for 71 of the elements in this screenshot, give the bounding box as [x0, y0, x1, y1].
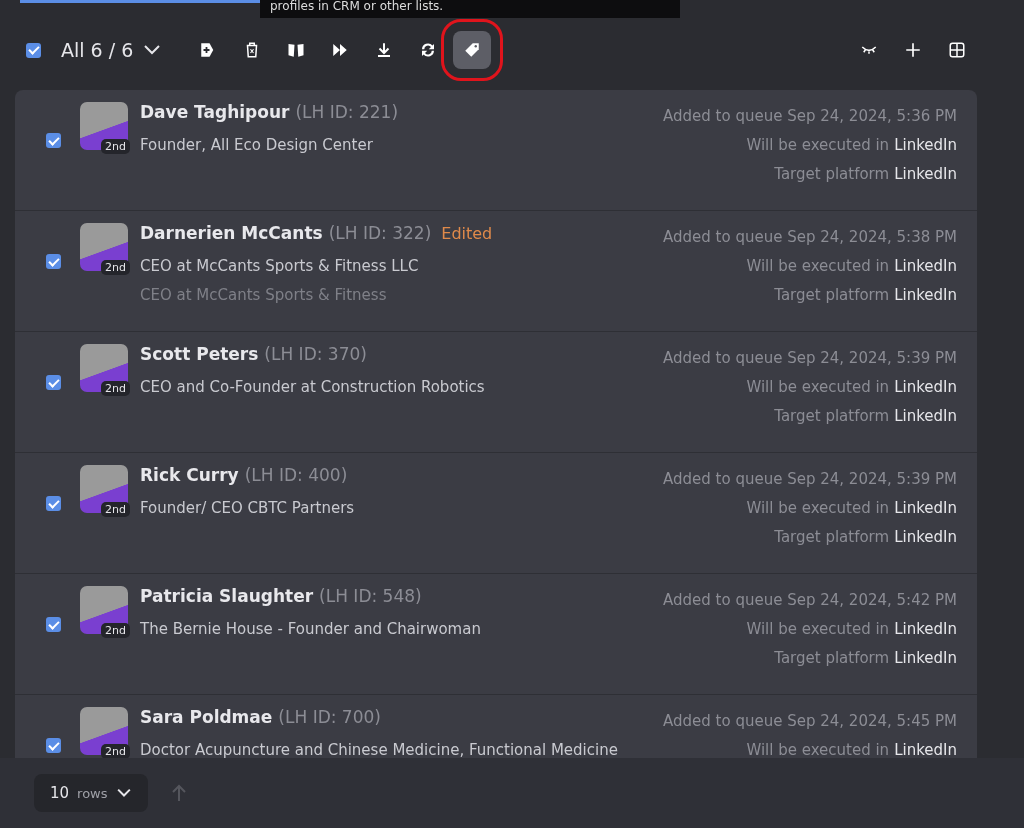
degree-badge: 2nd	[101, 623, 130, 638]
edited-label: Edited	[441, 224, 493, 243]
platform-link[interactable]: LinkedIn	[894, 499, 957, 517]
profile-id: (LH ID: 370)	[264, 344, 367, 364]
target-label: Target platform	[774, 649, 890, 667]
profile-id: (LH ID: 322)	[328, 223, 432, 243]
execution-label: Will be executed in	[746, 741, 890, 758]
degree-badge: 2nd	[101, 744, 130, 758]
target-label: Target platform	[774, 528, 890, 546]
profile-name[interactable]: Patricia Slaughter	[140, 586, 314, 606]
degree-badge: 2nd	[101, 139, 130, 154]
profile-name[interactable]: Scott Peters	[140, 344, 259, 364]
queue-date: Added to queue Sep 24, 2024, 5:42 PM	[663, 590, 957, 611]
queue-date: Added to queue Sep 24, 2024, 5:36 PM	[663, 106, 957, 127]
target-label: Target platform	[774, 286, 890, 304]
checkbox[interactable]	[46, 133, 61, 148]
platform-link[interactable]: LinkedIn	[894, 620, 957, 638]
profile-name[interactable]: Dave Taghipour	[140, 102, 290, 122]
queue-date: Added to queue Sep 24, 2024, 5:45 PM	[663, 711, 957, 732]
profile-title: CEO and Co-Founder at Construction Robotics	[140, 377, 486, 398]
profile-name[interactable]: Darnerien McCants	[140, 223, 323, 243]
chevron-icon	[143, 44, 162, 56]
platform-link[interactable]: LinkedIn	[894, 257, 957, 275]
degree-badge: 2nd	[101, 260, 130, 275]
toolbar-button[interactable]	[453, 31, 492, 69]
execution-label: Will be executed in	[746, 620, 890, 638]
checkbox[interactable]	[46, 496, 61, 511]
platform-link[interactable]: LinkedIn	[894, 741, 957, 758]
plus-icon	[904, 41, 922, 59]
platform-link[interactable]: LinkedIn	[894, 165, 957, 183]
rows-per-page-dropdown[interactable]: 10 rows	[34, 774, 148, 812]
platform-link[interactable]: LinkedIn	[894, 286, 957, 304]
checkbox[interactable]	[46, 738, 61, 753]
cards-icon	[287, 41, 306, 59]
tooltip: profiles in CRM or other lists.	[260, 0, 680, 18]
queue-date: Added to queue Sep 24, 2024, 5:38 PM	[663, 227, 957, 248]
profile-title: CEO at McCants Sports & Fitness LLC	[140, 256, 420, 277]
checkbox[interactable]	[46, 375, 61, 390]
platform-link[interactable]: LinkedIn	[894, 378, 957, 396]
target-label: Target platform	[774, 165, 890, 183]
checkbox[interactable]	[46, 254, 61, 269]
selection-dropdown[interactable]: All 6 / 6	[61, 39, 162, 61]
degree-badge: 2nd	[101, 381, 130, 396]
platform-link[interactable]: LinkedIn	[894, 528, 957, 546]
platform-link[interactable]: LinkedIn	[894, 649, 957, 667]
profile-id: (LH ID: 221)	[295, 102, 399, 122]
platform-link[interactable]: LinkedIn	[894, 136, 957, 154]
profile-title: The Bernie House - Founder and Chairwoman	[140, 619, 482, 640]
execution-label: Will be executed in	[746, 136, 890, 154]
profile-id: (LH ID: 700)	[278, 707, 381, 727]
profile-name[interactable]: Sara Poldmae	[140, 707, 273, 727]
target-label: Target platform	[774, 407, 890, 425]
execution-label: Will be executed in	[746, 378, 890, 396]
profile-title: Founder/ CEO CBTC Partners	[140, 498, 356, 519]
platform-link[interactable]: LinkedIn	[894, 407, 957, 425]
queue-date: Added to queue Sep 24, 2024, 5:39 PM	[663, 348, 957, 369]
execution-label: Will be executed in	[746, 257, 890, 275]
chevron-icon	[115, 788, 132, 798]
tag-icon	[463, 41, 482, 59]
grid-icon	[948, 41, 966, 59]
degree-badge: 2nd	[101, 502, 130, 517]
execution-label: Will be executed in	[746, 499, 890, 517]
original-title: CEO at McCants Sports & Fitness	[140, 285, 388, 306]
profile-id: (LH ID: 400)	[244, 465, 348, 485]
profile-title: Founder, All Eco Design Center	[140, 135, 374, 156]
queue-date: Added to queue Sep 24, 2024, 5:39 PM	[663, 469, 957, 490]
checkbox[interactable]	[26, 42, 41, 58]
checkbox[interactable]	[46, 617, 61, 632]
profile-name[interactable]: Rick Curry	[140, 465, 239, 485]
profile-title: Doctor Acupuncture and Chinese Medicine, Functional Medicine	[140, 740, 619, 758]
profile-id: (LH ID: 548)	[319, 586, 422, 606]
